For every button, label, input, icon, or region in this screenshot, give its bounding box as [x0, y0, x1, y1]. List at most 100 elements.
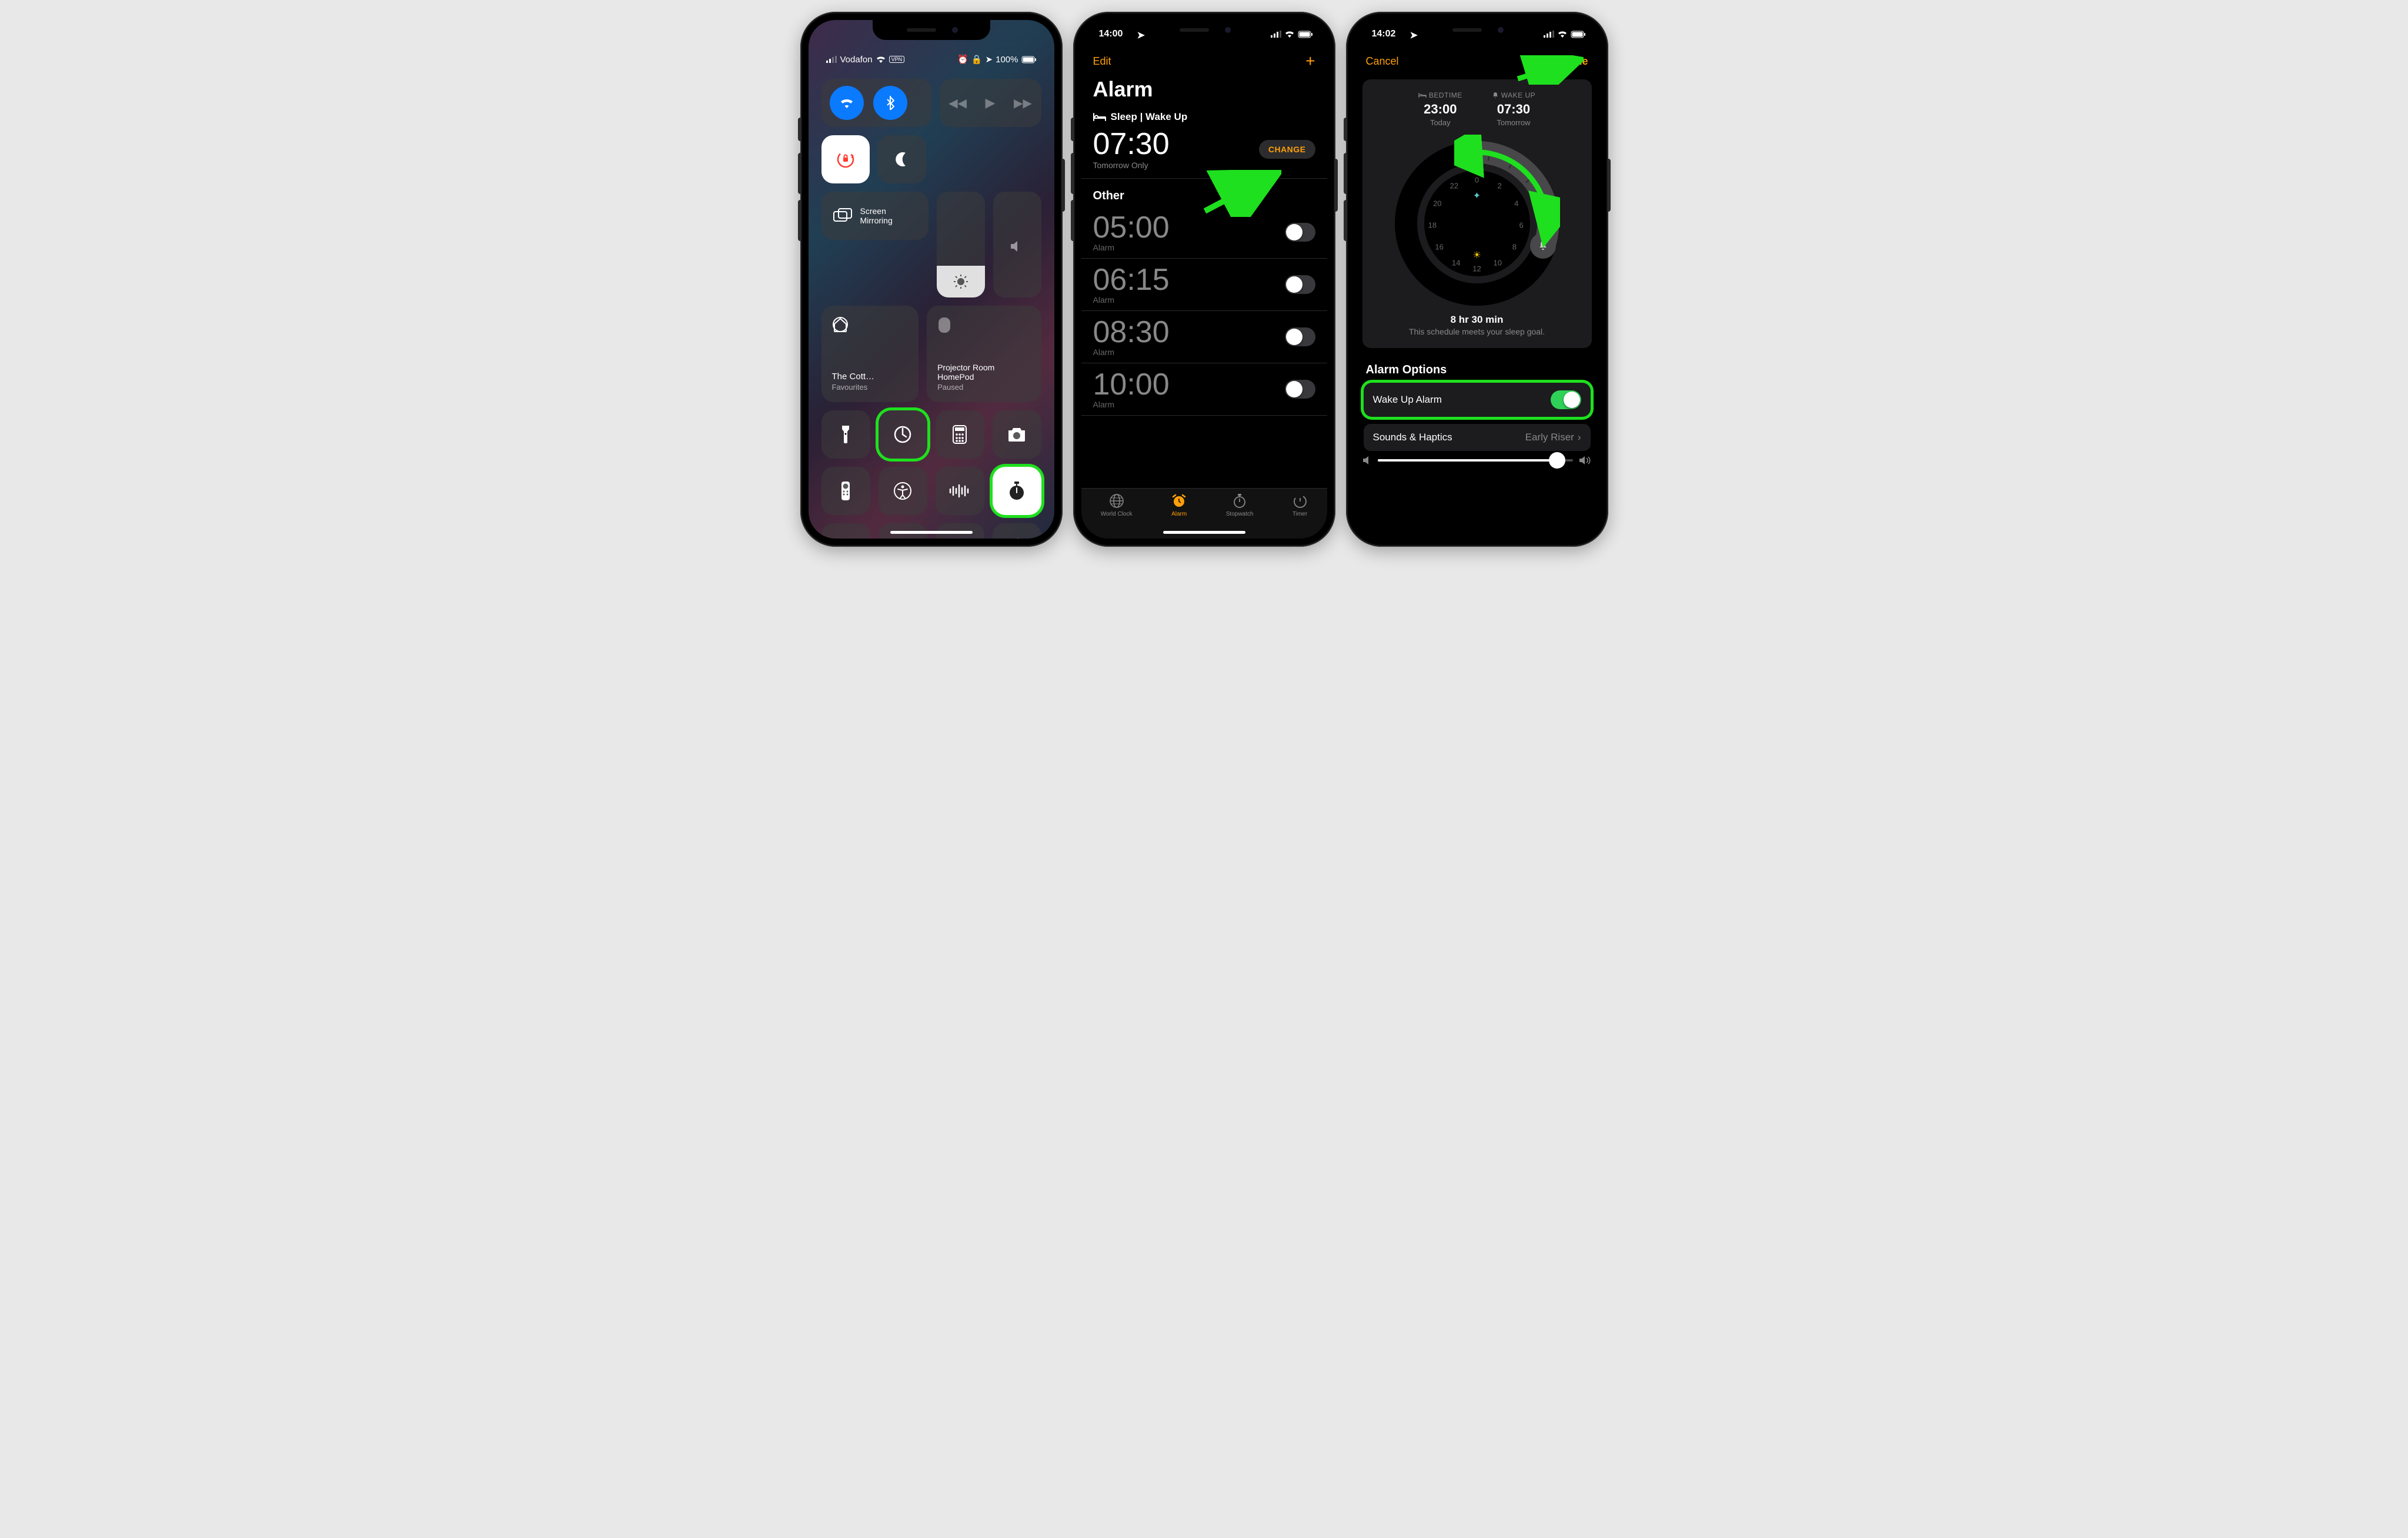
sleep-goal-text: This schedule meets your sleep goal.: [1371, 327, 1584, 336]
location-icon: ➤: [1137, 29, 1145, 41]
notch: [1418, 20, 1536, 40]
edit-button[interactable]: Edit: [1093, 55, 1111, 68]
orientation-lock-tile[interactable]: [821, 135, 870, 183]
battery-icon: [1571, 31, 1586, 38]
alarm-row[interactable]: 06:15Alarm: [1081, 259, 1327, 311]
calculator-icon: [953, 425, 967, 444]
wifi-toggle[interactable]: [830, 86, 864, 120]
stopwatch-tile[interactable]: [993, 467, 1041, 515]
camera-tile[interactable]: [993, 410, 1041, 459]
bell-icon: [1538, 240, 1548, 251]
alarm-row[interactable]: 10:00Alarm: [1081, 363, 1327, 416]
clock-face: 0 2 4 6 8 10 12 14 16 18 20 22 ✦ ☀: [1428, 174, 1527, 273]
volume-slider[interactable]: [993, 192, 1041, 297]
phone-alarm-list: 14:00 ➤ Edit + Alarm Sleep | Wake Up 07:…: [1073, 12, 1335, 547]
done-button[interactable]: Done: [1562, 55, 1588, 68]
connectivity-tile[interactable]: [821, 79, 931, 127]
accessibility-icon: [893, 482, 912, 500]
home-indicator[interactable]: [1163, 531, 1245, 534]
add-alarm-button[interactable]: +: [1305, 55, 1315, 68]
voice-memos-tile[interactable]: [936, 467, 984, 515]
wifi-icon: [1558, 31, 1567, 38]
vpn-badge: VPN: [889, 56, 905, 63]
alarm-row[interactable]: 05:00Alarm: [1081, 206, 1327, 259]
sun-icon: ☀: [1472, 249, 1481, 261]
notch: [1145, 20, 1263, 40]
tab-stopwatch[interactable]: Stopwatch: [1226, 493, 1254, 517]
sleep-dial[interactable]: 0 2 4 6 8 10 12 14 16 18 20 22 ✦ ☀: [1395, 141, 1559, 306]
cancel-button[interactable]: Cancel: [1366, 55, 1399, 68]
homepod-sub: Paused: [937, 383, 963, 392]
waveform-icon: [948, 484, 971, 498]
location-icon: ➤: [1410, 29, 1418, 41]
forward-icon[interactable]: ▶▶: [1014, 96, 1032, 111]
wake-handle[interactable]: [1530, 233, 1556, 259]
sounds-haptics-row[interactable]: Sounds & Haptics Early Riser›: [1364, 424, 1591, 451]
remote-icon: [841, 481, 850, 501]
alarm-options-header: Alarm Options: [1354, 360, 1600, 383]
ear-icon: [1010, 538, 1024, 539]
media-controls-tile[interactable]: ◀◀ ▶ ▶▶: [940, 79, 1041, 127]
alarm-row[interactable]: 08:30Alarm: [1081, 311, 1327, 363]
globe-icon: [1109, 493, 1124, 509]
wake-alarm-toggle[interactable]: [1551, 390, 1581, 409]
rewind-icon[interactable]: ◀◀: [948, 96, 967, 111]
alarm-status-icon: ⏰: [957, 54, 968, 65]
status-time: 14:00: [1099, 29, 1123, 39]
play-icon[interactable]: ▶: [986, 95, 996, 111]
alarm-toggle[interactable]: [1285, 275, 1315, 294]
bell-icon: [1492, 92, 1499, 99]
alarm-volume-slider[interactable]: [1362, 456, 1592, 465]
alarm-toggle[interactable]: [1285, 223, 1315, 242]
volume-icon: [1010, 240, 1025, 253]
home-icon: [832, 316, 849, 333]
stars-icon: ✦: [1473, 190, 1481, 202]
change-button[interactable]: CHANGE: [1259, 140, 1315, 159]
screen-record-tile[interactable]: [821, 523, 870, 539]
schedule-card: BEDTIME 23:00 Today WAKE UP 07:30 Tomorr…: [1362, 79, 1592, 348]
do-not-disturb-tile[interactable]: [878, 135, 926, 183]
bed-icon: [1418, 92, 1427, 98]
tab-timer[interactable]: Timer: [1292, 493, 1307, 517]
home-favourites-tile[interactable]: The Cott… Favourites: [821, 306, 919, 402]
wifi-icon: [876, 56, 886, 63]
camera-icon: [1007, 427, 1027, 442]
alarm-toggle[interactable]: [1285, 380, 1315, 399]
homepod-tile[interactable]: Projector Room HomePod Paused: [927, 306, 1041, 402]
timer-tile[interactable]: [879, 410, 927, 459]
wake-alarm-row[interactable]: Wake Up Alarm: [1364, 383, 1591, 417]
signal-icon: [1271, 31, 1281, 38]
home-tile-sub: Favourites: [832, 383, 868, 392]
signal-icon: [826, 56, 837, 63]
calculator-tile[interactable]: [936, 410, 984, 459]
screen-mirroring-tile[interactable]: Screen Mirroring: [821, 192, 929, 240]
bluetooth-toggle[interactable]: [873, 86, 907, 120]
accessibility-tile[interactable]: [879, 467, 927, 515]
brightness-slider[interactable]: [937, 192, 985, 297]
tab-alarm[interactable]: Alarm: [1171, 493, 1187, 517]
phone-sleep-schedule: 14:02 ➤ Cancel Done BEDTIME 23:00 Today …: [1346, 12, 1608, 547]
volume-low-icon: [1362, 456, 1372, 464]
battery-pct: 100%: [996, 55, 1018, 65]
alarm-toggle[interactable]: [1285, 327, 1315, 346]
home-indicator[interactable]: [890, 531, 973, 534]
location-icon: ➤: [986, 54, 993, 65]
homepod-name: Projector Room HomePod: [937, 363, 1030, 382]
stopwatch-icon: [1233, 493, 1247, 509]
wifi-icon: [1285, 31, 1294, 38]
tab-world-clock[interactable]: World Clock: [1101, 493, 1133, 517]
bedtime-handle[interactable]: [1457, 141, 1483, 167]
status-bar: Vodafon VPN ⏰ 🔒 ➤ 100%: [809, 54, 1054, 65]
chevron-right-icon: ›: [1578, 432, 1581, 443]
apple-tv-remote-tile[interactable]: [821, 467, 870, 515]
other-section-header: Other: [1081, 179, 1327, 206]
alarm-icon: [1171, 493, 1187, 509]
sleep-wake-section-header: Sleep | Wake Up: [1081, 105, 1327, 125]
screen-mirroring-label: Screen Mirroring: [860, 206, 893, 225]
torch-tile[interactable]: [821, 410, 870, 459]
status-time: 14:02: [1372, 29, 1396, 39]
home-tile-name: The Cott…: [832, 372, 875, 382]
hearing-tile[interactable]: [993, 523, 1041, 539]
wake-label: WAKE UP: [1492, 91, 1535, 99]
bedtime-time: 23:00: [1418, 102, 1462, 117]
